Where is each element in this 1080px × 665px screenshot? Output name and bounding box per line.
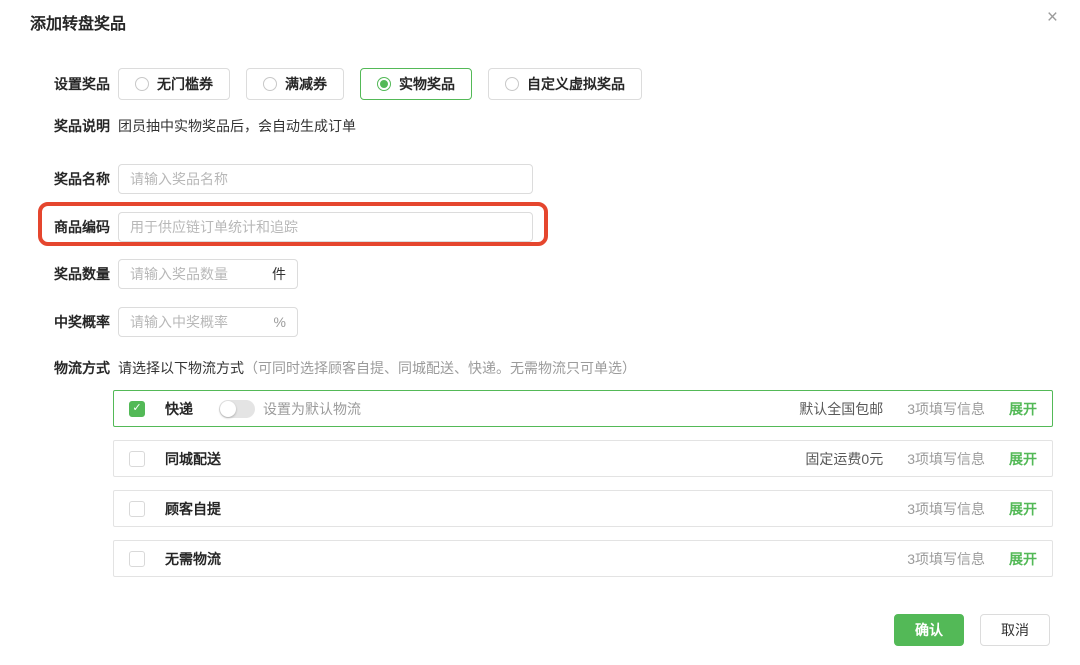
radio-option-custom-virtual-prize[interactable]: 自定义虚拟奖品 — [488, 68, 642, 100]
prize-desc-label: 奖品说明 — [30, 116, 110, 136]
product-code-input-box — [118, 212, 533, 242]
dialog-title: 添加转盘奖品 — [30, 10, 126, 34]
prize-quantity-row: 奖品数量 件 — [0, 259, 1080, 289]
cancel-button[interactable]: 取消 — [980, 614, 1050, 646]
prize-name-label: 奖品名称 — [30, 169, 110, 189]
prize-quantity-input[interactable] — [130, 266, 264, 282]
radio-icon — [505, 77, 519, 91]
fill-info-count: 3项填写信息 — [907, 399, 985, 419]
logistics-note: （可同时选择顾客自提、同城配送、快递。无需物流只可单选） — [244, 360, 636, 376]
prize-quantity-label: 奖品数量 — [30, 264, 110, 284]
fill-info-count: 3项填写信息 — [907, 499, 985, 519]
logistics-label: 物流方式 — [30, 358, 110, 378]
shipping-row-city-delivery: 同城配送 固定运费0元 3项填写信息 展开 — [113, 440, 1053, 477]
prize-desc-row: 奖品说明 团员抽中实物奖品后，会自动生成订单 — [0, 116, 1080, 136]
radio-icon — [135, 77, 149, 91]
radio-option-label: 满减券 — [285, 74, 327, 94]
expand-link[interactable]: 展开 — [1009, 449, 1037, 469]
product-code-input[interactable] — [130, 219, 521, 235]
radio-option-label: 无门槛券 — [157, 74, 213, 94]
fill-info-count: 3项填写信息 — [907, 449, 985, 469]
dialog-footer: 确认 取消 — [894, 614, 1050, 646]
shipping-row-customer-pickup: 顾客自提 3项填写信息 展开 — [113, 490, 1053, 527]
prize-type-options: 无门槛券 满减券 实物奖品 自定义虚拟奖品 — [118, 68, 658, 100]
shipping-method-name: 同城配送 — [165, 449, 221, 469]
product-code-label: 商品编码 — [30, 217, 110, 237]
prize-desc-text: 团员抽中实物奖品后，会自动生成订单 — [118, 116, 356, 136]
add-wheel-prize-dialog: 添加转盘奖品 × 设置奖品 无门槛券 满减券 实物奖品 — [0, 0, 1080, 665]
shipping-fee-text: 固定运费0元 — [805, 449, 883, 469]
expand-link[interactable]: 展开 — [1009, 399, 1037, 419]
prize-form: 设置奖品 无门槛券 满减券 实物奖品 自定义虚拟奖品 — [0, 67, 1080, 590]
quantity-unit-label: 件 — [272, 264, 286, 284]
radio-selected-icon — [377, 77, 391, 91]
shipping-method-name: 快递 — [165, 399, 193, 419]
product-code-row: 商品编码 — [0, 212, 1080, 242]
radio-option-label: 自定义虚拟奖品 — [527, 74, 625, 94]
no-logistics-checkbox[interactable] — [129, 551, 145, 567]
logistics-header-row: 物流方式 请选择以下物流方式（可同时选择顾客自提、同城配送、快递。无需物流只可单… — [0, 358, 1080, 378]
prize-name-input-box — [118, 164, 533, 194]
win-probability-input[interactable] — [130, 314, 266, 330]
expand-link[interactable]: 展开 — [1009, 549, 1037, 569]
radio-option-discount-coupon[interactable]: 满减券 — [246, 68, 344, 100]
radio-option-physical-prize[interactable]: 实物奖品 — [360, 68, 472, 100]
customer-pickup-checkbox[interactable] — [129, 501, 145, 517]
prize-type-row: 设置奖品 无门槛券 满减券 实物奖品 自定义虚拟奖品 — [0, 67, 1080, 101]
radio-option-no-threshold-coupon[interactable]: 无门槛券 — [118, 68, 230, 100]
logistics-instruction: 请选择以下物流方式 — [118, 360, 244, 376]
expand-link[interactable]: 展开 — [1009, 499, 1037, 519]
default-logistics-toggle-label: 设置为默认物流 — [263, 399, 361, 419]
shipping-row-express: 快递 设置为默认物流 默认全国包邮 3项填写信息 展开 — [113, 390, 1053, 427]
shipping-fee-text: 默认全国包邮 — [799, 399, 883, 419]
win-probability-label: 中奖概率 — [30, 312, 110, 332]
radio-icon — [263, 77, 277, 91]
confirm-button[interactable]: 确认 — [894, 614, 964, 646]
prize-name-input[interactable] — [130, 171, 521, 187]
prize-quantity-input-box: 件 — [118, 259, 298, 289]
prize-type-label: 设置奖品 — [30, 74, 110, 94]
probability-unit-label: % — [274, 314, 286, 330]
win-probability-input-box: % — [118, 307, 298, 337]
default-logistics-toggle[interactable] — [219, 400, 255, 418]
close-icon[interactable]: × — [1047, 8, 1058, 27]
shipping-row-no-logistics: 无需物流 3项填写信息 展开 — [113, 540, 1053, 577]
express-checkbox[interactable] — [129, 401, 145, 417]
shipping-method-name: 无需物流 — [165, 549, 221, 569]
shipping-method-name: 顾客自提 — [165, 499, 221, 519]
city-delivery-checkbox[interactable] — [129, 451, 145, 467]
prize-name-row: 奖品名称 — [0, 164, 1080, 194]
win-probability-row: 中奖概率 % — [0, 307, 1080, 337]
radio-option-label: 实物奖品 — [399, 74, 455, 94]
fill-info-count: 3项填写信息 — [907, 549, 985, 569]
